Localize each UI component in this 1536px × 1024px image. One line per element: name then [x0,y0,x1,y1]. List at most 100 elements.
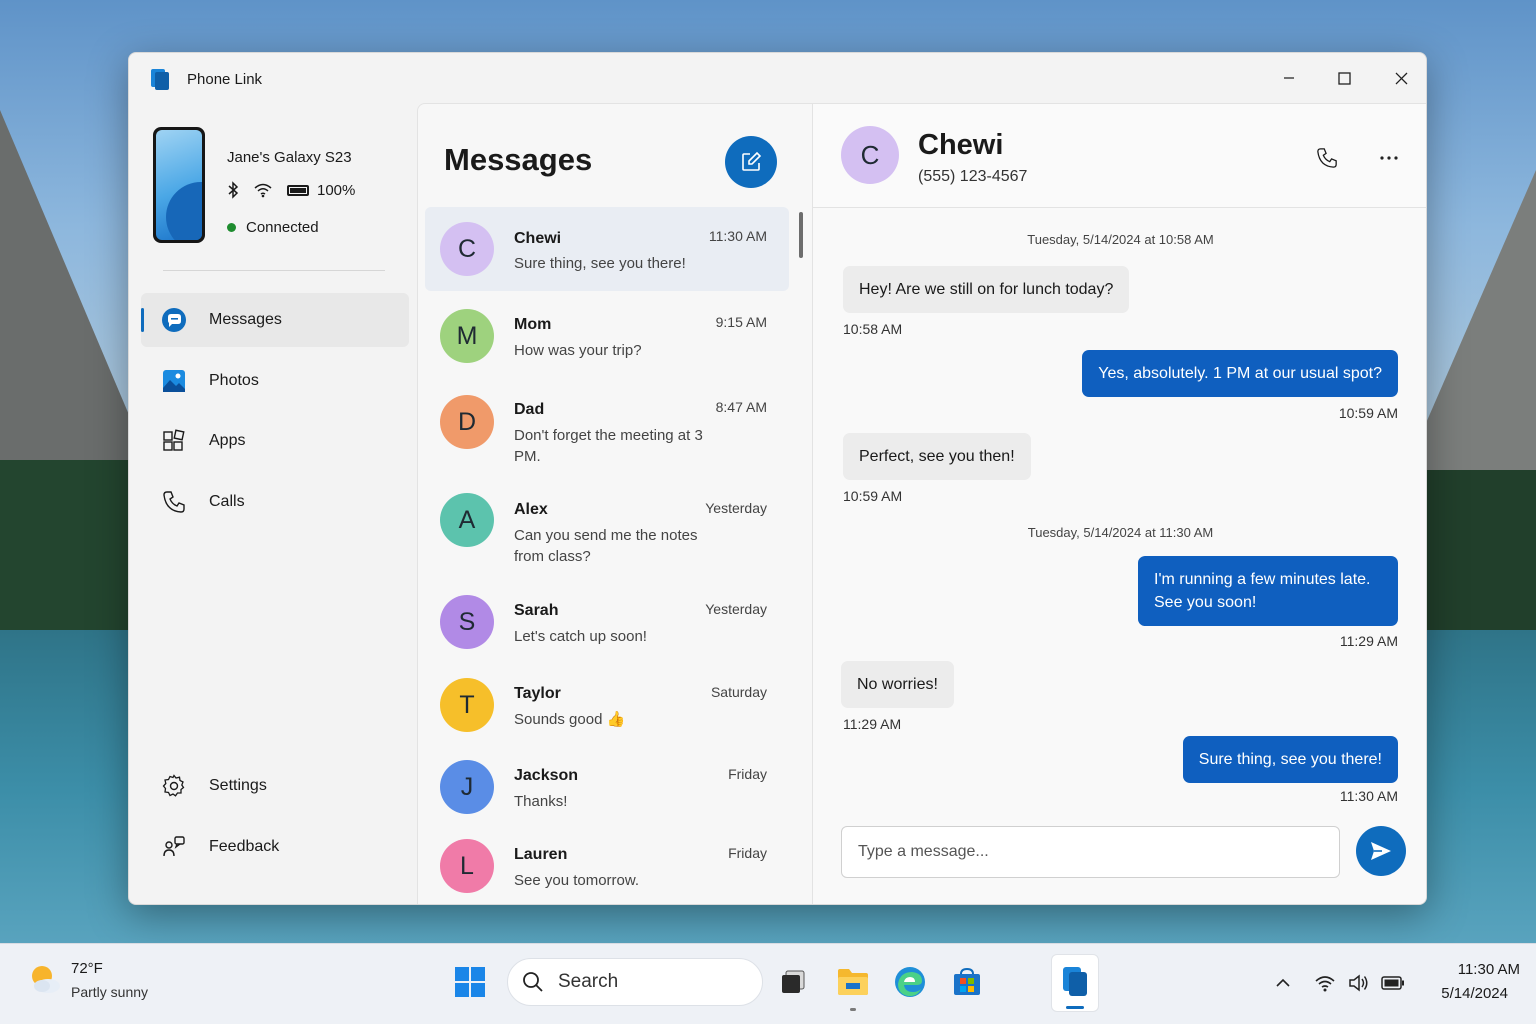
conversation-name: Chewi [514,230,562,247]
nav-item-photos[interactable]: Photos [141,354,409,408]
start-button[interactable] [451,963,489,1001]
phone-link-icon [151,69,169,90]
conversation-list-panel: Messages C Chewi Sure thing, see you the… [417,103,812,904]
nav-item-label: Photos [209,372,259,389]
message-bubble-outgoing[interactable]: Yes, absolutely. 1 PM at our usual spot? [1082,350,1398,397]
conversation-preview: How was your trip? [514,342,642,359]
chevron-up-icon [1276,978,1290,987]
conversation-name: Dad [514,401,545,418]
message-bubble-incoming[interactable]: Perfect, see you then! [843,433,1031,480]
chat-panel: C Chewi (555) 123-4567 Tuesday, 5/14/202… [812,103,1426,904]
conversation-item-sarah[interactable]: S Sarah Let's catch up soon! Yesterday [425,580,789,662]
list-scrollbar[interactable] [799,212,803,258]
send-icon [1371,842,1391,860]
call-button[interactable] [1313,144,1341,172]
feedback-icon [163,836,185,857]
volume-button[interactable] [1346,970,1372,996]
nav-item-feedback[interactable]: Feedback [141,820,409,874]
new-message-button[interactable] [725,136,777,188]
more-options-button[interactable] [1375,144,1403,172]
conversation-time: Friday [728,845,767,861]
conversation-name: Mom [514,316,552,333]
nav-item-label: Feedback [209,838,280,855]
file-explorer-icon [838,969,868,995]
phone-link-taskbar-icon[interactable] [1056,963,1094,1001]
apps-icon [163,429,185,451]
date-separator: Tuesday, 5/14/2024 at 10:58 AM [1027,232,1214,247]
message-bubble-incoming[interactable]: Hey! Are we still on for lunch today? [843,266,1130,313]
file-explorer-button[interactable] [834,963,872,1001]
clock-date[interactable]: 5/14/2024 [1420,985,1508,1002]
avatar: J [440,760,494,814]
conversation-preview: Can you send me the notes from class? [514,527,698,565]
weather-icon[interactable] [28,962,62,996]
clock-time[interactable]: 11:30 AM [1420,961,1520,978]
edge-button[interactable] [891,963,929,1001]
conversation-item-alex[interactable]: A Alex Can you send me the notes from cl… [425,479,789,575]
edge-icon [895,967,925,997]
search-label: Search [558,971,619,992]
nav-item-calls[interactable]: Calls [141,475,409,529]
volume-icon [1349,974,1368,992]
conversation-time: 11:30 AM [708,228,767,244]
battery-button[interactable] [1380,970,1406,996]
device-name: Jane's Galaxy S23 [227,149,352,166]
contact-avatar: C [841,126,899,184]
conversation-item-mom[interactable]: M Mom How was your trip? 9:15 AM [425,294,789,376]
avatar: M [440,309,494,363]
nav-item-messages[interactable]: Messages [141,293,409,347]
avatar: L [440,839,494,893]
chat-header: C Chewi (555) 123-4567 [813,104,1426,208]
nav-item-apps[interactable]: Apps [141,414,409,468]
conversation-item-chewi[interactable]: C Chewi Sure thing, see you there! 11:30… [425,207,789,291]
conversation-name: Lauren [514,846,568,863]
message-bubble-incoming[interactable]: No worries! [841,661,954,708]
taskbar-search[interactable]: Search [507,958,763,1006]
send-button[interactable] [1356,826,1406,876]
running-indicator [850,1008,856,1011]
nav-item-label: Calls [209,493,245,510]
conversation-item-taylor[interactable]: T Taylor Sounds good 👍 Saturday [425,663,789,745]
conversation-item-jackson[interactable]: J Jackson Thanks! Friday [425,745,789,827]
conversation-preview: Thanks! [514,793,568,810]
search-icon [523,972,543,992]
conversation-preview: Sure thing, see you there! [514,255,686,272]
active-app-indicator [1066,1006,1084,1009]
minimize-button[interactable] [1266,61,1312,95]
close-button[interactable] [1378,61,1424,95]
battery-level: 100% [317,181,356,199]
title-bar[interactable]: Phone Link [129,53,1426,103]
nav-divider [163,270,385,271]
device-status-row: 100% [227,181,355,199]
message-input[interactable] [841,826,1340,878]
conversation-preview: See you tomorrow. [514,872,640,889]
background-forest-right [1416,470,1536,630]
conversation-name: Sarah [514,602,559,619]
conversation-name: Jackson [514,767,579,784]
avatar: A [440,493,494,547]
avatar: C [440,222,494,276]
avatar: S [440,595,494,649]
task-view-button[interactable] [774,963,812,1001]
conversation-time: 9:15 AM [715,314,767,330]
conversation-item-dad[interactable]: D Dad Don't forget the meeting at 3 PM. … [425,380,789,476]
conversation-time: Yesterday [705,500,767,516]
photos-icon [163,370,185,392]
conversation-time: Yesterday [705,601,767,617]
nav-item-settings[interactable]: Settings [141,759,409,813]
message-bubble-outgoing[interactable]: Sure thing, see you there! [1182,736,1398,783]
conversation-time: Friday [728,766,767,782]
conversation-preview: Sounds good 👍 [514,711,626,728]
store-button[interactable] [948,963,986,1001]
message-bubble-outgoing[interactable]: I'm running a few minutes late. See you … [1138,556,1398,626]
conversation-item-lauren[interactable]: L Lauren See you tomorrow. Friday [425,824,789,904]
message-time: 11:29 AM [1339,633,1398,649]
network-button[interactable] [1312,970,1338,996]
more-icon [1380,156,1398,160]
avatar: T [440,678,494,732]
connection-status-label: Connected [246,219,319,236]
minimize-icon [1284,77,1294,79]
show-hidden-icons-button[interactable] [1270,970,1296,996]
store-icon [954,967,980,995]
maximize-button[interactable] [1321,61,1367,95]
